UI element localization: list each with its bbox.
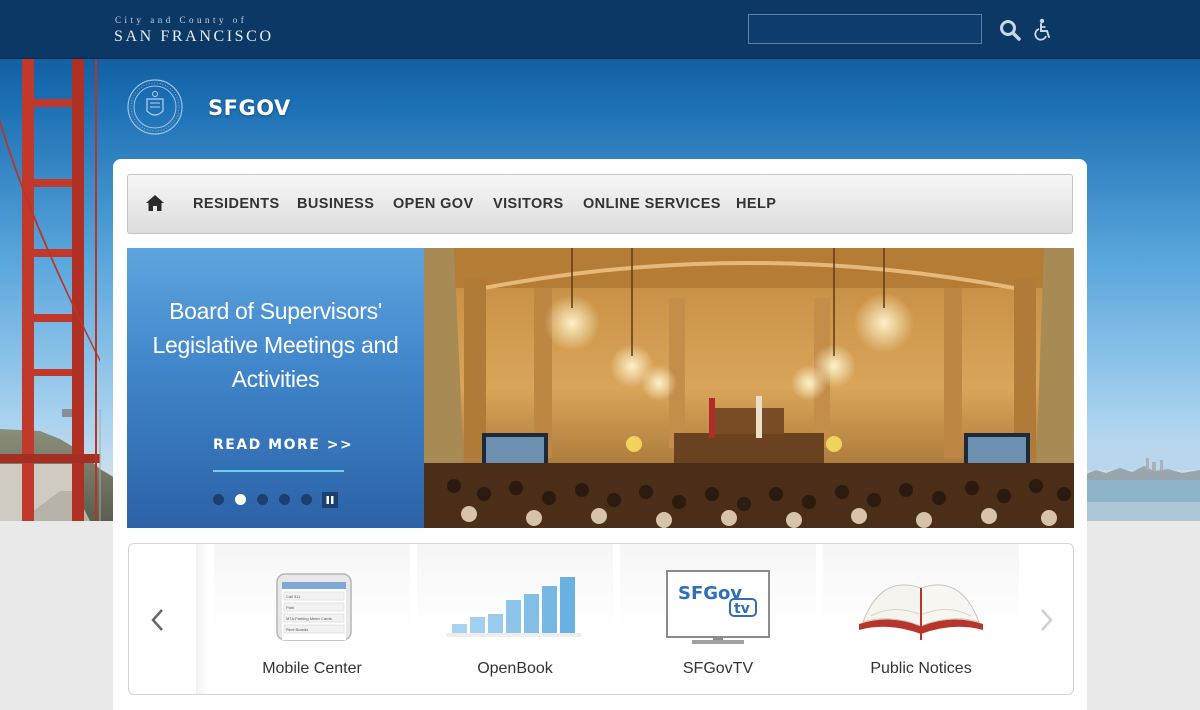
tv-icon: SFGov tv <box>666 570 770 644</box>
nav-visitors[interactable]: VISITORS <box>493 196 564 212</box>
nav-residents[interactable]: RESIDENTS <box>193 196 280 212</box>
read-more-link[interactable]: READ MORE >> <box>213 437 352 453</box>
phone-row-2: Park <box>286 605 294 610</box>
legislative-chamber-image <box>424 248 1074 528</box>
slide-dot-4[interactable] <box>279 494 290 505</box>
card-label-public-notices: Public Notices <box>870 660 972 677</box>
slide-dot-5[interactable] <box>301 494 312 505</box>
nav-open-gov[interactable]: OPEN GOV <box>393 196 474 212</box>
card-label-sfgovtv: SFGovTV <box>682 660 754 677</box>
slide-dot-2[interactable] <box>235 494 246 505</box>
city-seal[interactable] <box>127 79 183 135</box>
accessibility-icon[interactable] <box>1034 18 1054 42</box>
mobile-phone-icon: Call 311 Park MTA Parking Meter Cards Re… <box>276 573 352 641</box>
bay-skyline-image <box>1086 440 1200 521</box>
card-label-mobile-center: Mobile Center <box>262 660 362 677</box>
search-input[interactable] <box>748 14 982 44</box>
chevron-left-icon[interactable] <box>148 606 168 634</box>
card-mobile-center[interactable]: Call 311 Park MTA Parking Meter Cards Re… <box>214 544 410 694</box>
phone-row-3: MTA Parking Meter Cards <box>286 616 332 621</box>
phone-row-4: Rent Boards <box>286 627 308 632</box>
home-icon[interactable] <box>145 193 165 213</box>
city-name-logo[interactable]: SAN FRANCISCO <box>114 28 274 46</box>
golden-gate-bridge-image <box>0 59 130 521</box>
tv-logo-sub: tv <box>734 601 750 617</box>
phone-row-1: Call 311 <box>286 594 301 599</box>
city-subtitle: City and County of <box>115 15 248 25</box>
nav-online-services[interactable]: ONLINE SERVICES <box>583 196 721 212</box>
hero-title: Board of Supervisors' Legislative Meetin… <box>152 298 399 392</box>
pause-icon[interactable] <box>322 492 338 508</box>
site-title[interactable]: SFGOV <box>208 96 291 120</box>
card-label-openbook: OpenBook <box>477 660 553 677</box>
card-sfgovtv[interactable]: SFGov tv SFGovTV <box>620 544 816 694</box>
bar-chart-icon <box>447 577 581 637</box>
carousel-edge-fade <box>196 544 208 694</box>
nav-business[interactable]: BUSINESS <box>297 196 374 212</box>
search-icon[interactable] <box>998 18 1022 42</box>
slide-dot-1[interactable] <box>213 494 224 505</box>
card-openbook[interactable]: OpenBook <box>417 544 613 694</box>
nav-help[interactable]: HELP <box>736 196 776 212</box>
read-more-underline <box>213 470 344 472</box>
chevron-right-icon[interactable] <box>1036 606 1056 634</box>
tv-logo-text: SFGov <box>678 583 742 604</box>
open-book-icon <box>859 584 983 640</box>
card-public-notices[interactable]: Public Notices <box>823 544 1019 694</box>
slide-dot-3[interactable] <box>257 494 268 505</box>
